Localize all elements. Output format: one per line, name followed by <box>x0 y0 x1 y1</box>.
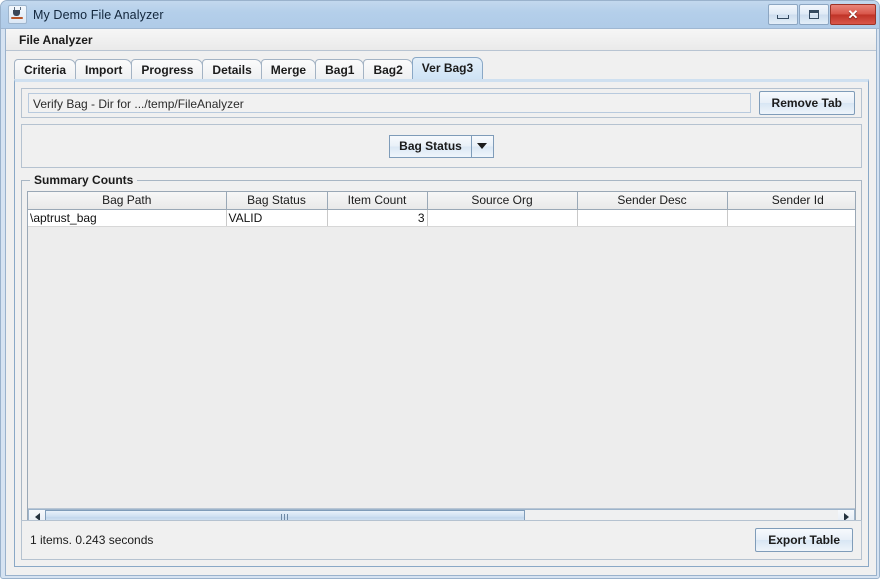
column-header-bag-status[interactable]: Bag Status <box>226 192 328 210</box>
close-icon: ✕ <box>847 7 859 22</box>
verify-bag-path-field[interactable]: Verify Bag - Dir for .../temp/FileAnalyz… <box>28 93 751 113</box>
filter-panel: Bag Status <box>21 124 862 168</box>
window-title: My Demo File Analyzer <box>33 7 164 22</box>
minimize-icon <box>777 14 789 19</box>
export-table-button[interactable]: Export Table <box>755 528 853 552</box>
status-bar: 1 items. 0.243 seconds Export Table <box>21 520 862 560</box>
column-header-sender-id[interactable]: Sender Id <box>727 192 855 210</box>
table-header-row: Bag Path Bag Status Item Count Source Or… <box>28 192 855 210</box>
column-header-sender-desc[interactable]: Sender Desc <box>577 192 728 210</box>
tab-progress[interactable]: Progress <box>131 59 204 79</box>
column-header-item-count[interactable]: Item Count <box>327 192 428 210</box>
chevron-down-icon <box>477 143 488 149</box>
cell-bag-status: VALID <box>226 209 328 227</box>
cell-sender-id <box>727 209 855 227</box>
bag-status-combobox-label: Bag Status <box>399 138 462 153</box>
column-header-bag-path[interactable]: Bag Path <box>28 192 227 210</box>
java-cup-icon <box>8 5 27 24</box>
tab-content-panel: Verify Bag - Dir for .../temp/FileAnalyz… <box>14 79 869 567</box>
tab-ver-bag3[interactable]: Ver Bag3 <box>411 57 484 79</box>
cell-source-org <box>427 209 578 227</box>
title-bar: My Demo File Analyzer ✕ <box>1 1 879 29</box>
summary-counts-group: Summary Counts Bag Path Bag Status Item … <box>21 173 862 532</box>
menu-bar: File Analyzer <box>6 29 876 51</box>
maximize-icon <box>809 10 819 19</box>
maximize-button[interactable] <box>799 4 829 25</box>
remove-tab-button[interactable]: Remove Tab <box>758 91 855 115</box>
bag-status-combobox-button[interactable] <box>470 135 493 157</box>
window-controls: ✕ <box>768 4 876 25</box>
minimize-button[interactable] <box>768 4 798 25</box>
tab-bag1[interactable]: Bag1 <box>315 59 365 79</box>
table-row[interactable]: \aptrust_bag VALID 3 <box>28 209 855 227</box>
status-text: 1 items. 0.243 seconds <box>30 533 154 547</box>
path-toolbar: Verify Bag - Dir for .../temp/FileAnalyz… <box>21 88 862 118</box>
summary-counts-table: Bag Path Bag Status Item Count Source Or… <box>28 192 855 227</box>
tab-strip: Criteria Import Progress Details Merge B… <box>14 56 876 79</box>
close-button[interactable]: ✕ <box>830 4 876 25</box>
tab-criteria[interactable]: Criteria <box>14 59 77 79</box>
tab-details[interactable]: Details <box>202 59 262 79</box>
tab-bag2[interactable]: Bag2 <box>363 59 413 79</box>
bag-status-combobox[interactable]: Bag Status <box>389 134 494 158</box>
summary-counts-title: Summary Counts <box>30 173 138 187</box>
menu-item-file-analyzer[interactable]: File Analyzer <box>15 31 97 49</box>
table-empty-viewport <box>28 226 855 508</box>
tab-merge[interactable]: Merge <box>260 59 317 79</box>
cell-item-count: 3 <box>327 209 428 227</box>
application-window: My Demo File Analyzer ✕ File Analyzer Cr… <box>0 0 880 579</box>
cell-sender-desc <box>577 209 728 227</box>
client-area: File Analyzer Criteria Import Progress D… <box>5 29 877 576</box>
cell-bag-path: \aptrust_bag <box>28 209 227 227</box>
summary-counts-table-container: Bag Path Bag Status Item Count Source Or… <box>27 191 856 526</box>
column-header-source-org[interactable]: Source Org <box>427 192 578 210</box>
tab-import[interactable]: Import <box>75 59 133 79</box>
